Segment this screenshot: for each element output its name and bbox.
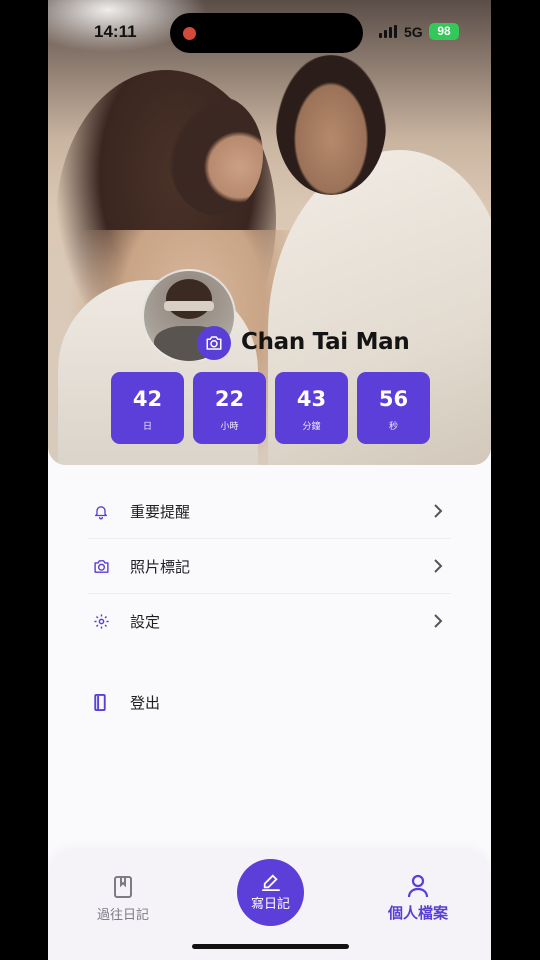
countdown-days: 42 日 <box>111 372 184 444</box>
countdown-seconds: 56 秒 <box>357 372 430 444</box>
camera-icon <box>206 336 222 350</box>
tab-past-diary[interactable]: 過往日記 <box>88 876 158 923</box>
gear-icon <box>93 613 121 630</box>
write-label: 寫日記 <box>250 897 290 912</box>
book-icon <box>114 876 132 898</box>
countdown-value: 56 <box>378 387 409 411</box>
network-type: 5G <box>404 24 423 40</box>
write-diary-button[interactable]: 寫日記 <box>237 859 304 926</box>
countdown-unit: 小時 <box>220 422 239 432</box>
countdown-value: 42 <box>132 387 163 411</box>
chevron-right-icon <box>434 559 443 573</box>
countdown-minutes: 43 分鐘 <box>275 372 348 444</box>
chevron-right-icon <box>434 504 443 518</box>
tab-label: 過往日記 <box>96 908 149 923</box>
tab-bar: 過往日記 寫日記 個人檔案 <box>48 850 491 960</box>
countdown-unit: 秒 <box>388 422 398 432</box>
settings-menu: 重要提醒 照片標記 設定 <box>88 484 451 648</box>
logout-label: 登出 <box>130 693 161 712</box>
change-photo-button[interactable] <box>197 326 231 360</box>
menu-item-reminders[interactable]: 重要提醒 <box>88 484 451 539</box>
battery-level: 98 <box>437 24 451 38</box>
pen-icon <box>261 874 280 891</box>
battery-icon: 98 <box>429 23 459 40</box>
recording-indicator <box>183 27 196 40</box>
status-time: 14:11 <box>94 22 137 41</box>
bell-icon <box>93 503 121 520</box>
menu-item-photo-tags[interactable]: 照片標記 <box>88 539 451 594</box>
tab-profile[interactable]: 個人檔案 <box>378 874 458 923</box>
dynamic-island <box>170 13 363 53</box>
menu-item-settings[interactable]: 設定 <box>88 594 451 648</box>
chevron-right-icon <box>434 614 443 628</box>
app-screen: 14:11 5G 98 Chan Tai Man 42 日 22 小時 43 分… <box>48 0 491 960</box>
menu-item-label: 重要提醒 <box>130 502 191 521</box>
cover-photo: 14:11 5G 98 Chan Tai Man 42 日 22 小時 43 分… <box>48 0 491 465</box>
signal-icon <box>379 25 399 38</box>
countdown-value: 22 <box>214 387 245 411</box>
menu-item-label: 照片標記 <box>130 557 191 576</box>
profile-name: Chan Tai Man <box>241 329 410 355</box>
countdown-unit: 日 <box>142 422 152 432</box>
tab-label: 個人檔案 <box>387 904 448 922</box>
person-icon <box>407 874 429 898</box>
countdown-value: 43 <box>296 387 327 411</box>
countdown-unit: 分鐘 <box>302 422 321 432</box>
door-icon <box>93 693 121 711</box>
home-indicator <box>192 944 349 949</box>
logout-button[interactable]: 登出 <box>88 680 451 724</box>
menu-item-label: 設定 <box>130 612 161 631</box>
countdown: 42 日 22 小時 43 分鐘 56 秒 <box>111 372 430 444</box>
camera-icon <box>93 559 121 574</box>
countdown-hours: 22 小時 <box>193 372 266 444</box>
